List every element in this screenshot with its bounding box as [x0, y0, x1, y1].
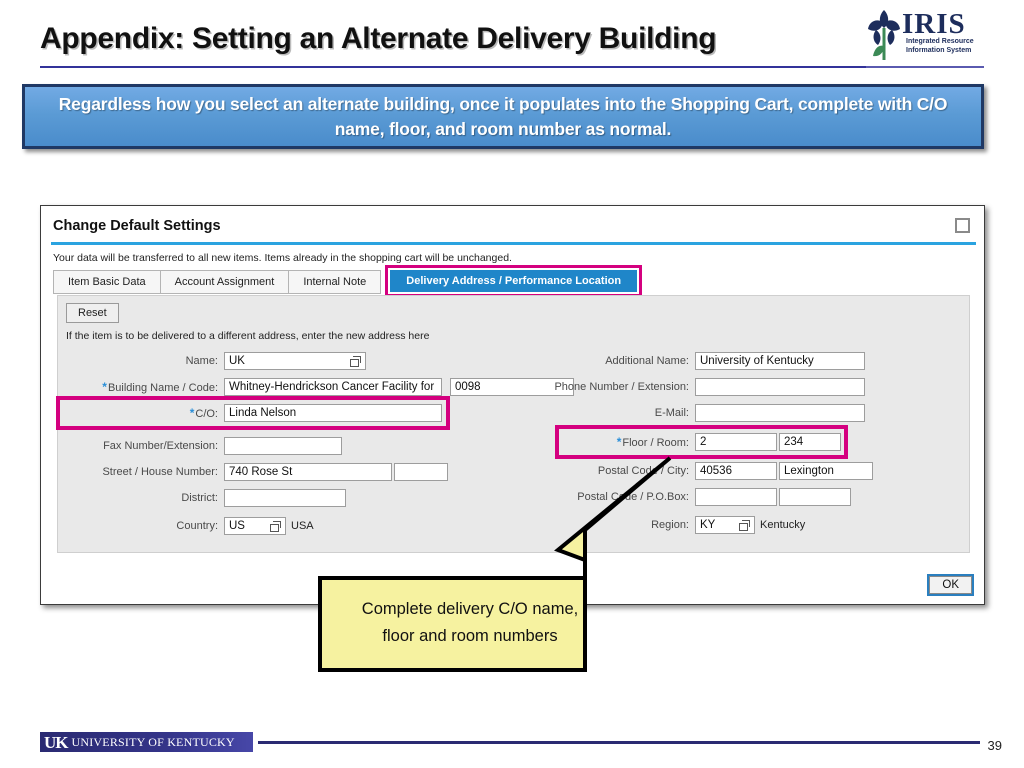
iris-subtitle: Integrated Resource Information System: [906, 38, 974, 54]
tab-account-assignment[interactable]: Account Assignment: [159, 270, 290, 294]
field-input-country[interactable]: US: [224, 517, 286, 535]
tab-internal-note[interactable]: Internal Note: [288, 270, 382, 294]
required-asterisk: *: [102, 380, 107, 394]
uk-monogram: UK: [44, 732, 68, 752]
field-label-fax: Fax Number/Extension:: [103, 440, 218, 452]
dialog-title-rule: [51, 242, 976, 245]
footer-rule: [258, 741, 980, 744]
region-description: Kentucky: [760, 519, 806, 531]
reset-button[interactable]: Reset: [66, 303, 119, 323]
field-label-additional-name: Additional Name:: [605, 355, 689, 367]
field-input-pobox[interactable]: [779, 488, 851, 506]
panel-note: If the item is to be delivered to a diff…: [66, 330, 430, 342]
field-label-name: Name:: [185, 355, 218, 367]
field-input-phone[interactable]: [695, 378, 865, 396]
field-input-building-name[interactable]: Whitney-Hendrickson Cancer Facility for: [224, 378, 442, 396]
instruction-banner-text: Regardless how you select an alternate b…: [58, 93, 948, 139]
field-label-building-name-code: *Building Name / Code:: [102, 380, 218, 394]
callout-text: Complete delivery C/O name, floor and ro…: [330, 596, 610, 650]
uk-logo: UK UNIVERSITY OF KENTUCKY: [40, 732, 253, 752]
f4-help-icon[interactable]: [739, 520, 750, 531]
field-input-name[interactable]: UK: [224, 352, 366, 370]
restore-window-icon[interactable]: [955, 218, 970, 233]
uk-wordmark: UNIVERSITY OF KENTUCKY: [71, 734, 235, 749]
tab-item-basic-data[interactable]: Item Basic Data: [53, 270, 161, 294]
field-label-phone: Phone Number / Extension:: [554, 381, 689, 393]
field-label-street-house-number: Street / House Number:: [102, 466, 218, 478]
field-input-additional-name[interactable]: University of Kentucky: [695, 352, 865, 370]
field-label-district: District:: [181, 492, 218, 504]
field-input-region[interactable]: KY: [695, 516, 755, 534]
instruction-banner: Regardless how you select an alternate b…: [22, 84, 984, 149]
field-input-email[interactable]: [695, 404, 865, 422]
iris-logo: IRIS Integrated Resource Information Sys…: [866, 6, 986, 64]
field-input-pobox-postal-code[interactable]: [695, 488, 777, 506]
tab-strip: Item Basic Data Account Assignment Inter…: [53, 265, 643, 297]
callout-line-2: floor and room numbers: [382, 627, 558, 645]
highlight-co-field: [56, 396, 450, 430]
field-label-email: E-Mail:: [654, 407, 689, 419]
page-title: Appendix: Setting an Alternate Delivery …: [40, 22, 717, 55]
title-underline: [40, 66, 868, 68]
field-input-postal-code[interactable]: 40536: [695, 462, 777, 480]
callout-balloon: [318, 456, 672, 672]
dialog-title: Change Default Settings: [53, 218, 221, 234]
field-label-country: Country:: [176, 520, 218, 532]
f4-help-icon[interactable]: [350, 356, 361, 367]
dialog-note: Your data will be transferred to all new…: [53, 252, 512, 264]
callout-line-1: Complete delivery C/O name,: [361, 600, 579, 618]
tab-delivery-address[interactable]: Delivery Address / Performance Location: [385, 265, 643, 297]
page-number: 39: [987, 738, 1002, 753]
ok-button[interactable]: OK: [927, 574, 974, 596]
field-input-city[interactable]: Lexington: [779, 462, 873, 480]
f4-help-icon[interactable]: [270, 521, 281, 532]
iris-flower-icon: [868, 10, 900, 60]
iris-underline: [866, 66, 984, 68]
